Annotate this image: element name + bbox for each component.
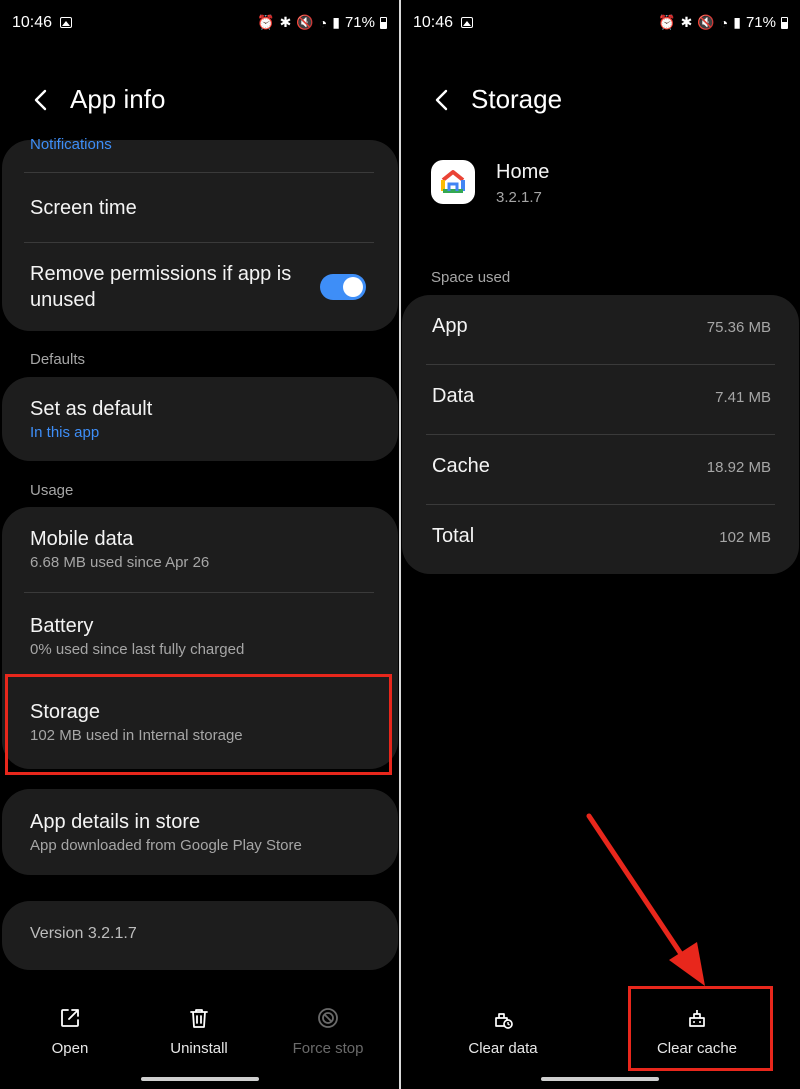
wifi-icon: ◔ — [719, 14, 729, 31]
space-used-card: App 75.36 MB Data 7.41 MB Cache 18.92 MB… — [402, 295, 799, 574]
battery-item[interactable]: Battery 0% used since last fully charged — [30, 613, 374, 658]
mobile-data-subtitle: 6.68 MB used since Apr 26 — [30, 554, 210, 571]
divider — [426, 364, 775, 365]
back-arrow-icon[interactable] — [431, 88, 455, 112]
app-details-title: App details in store — [30, 811, 201, 833]
storage-row-data: Data 7.41 MB — [432, 385, 771, 415]
divider — [426, 504, 775, 505]
signal-icon: ▮ — [733, 14, 741, 30]
screen-time-item[interactable]: Screen time — [30, 195, 374, 221]
battery-title: Battery — [30, 615, 94, 637]
screen-time-label: Screen time — [30, 197, 137, 219]
set-as-default-subtitle: In this app — [30, 424, 100, 441]
storage-screen: 10:46 ⏰ ✱ 🔇 ◔ ▮ 71% Storage Home 3.2.1.7 — [401, 0, 800, 1089]
wifi-icon: ◔ — [318, 14, 328, 31]
gallery-notification-icon — [60, 17, 72, 28]
force-stop-label: Force stop — [292, 1040, 364, 1057]
remove-permissions-toggle[interactable] — [320, 274, 366, 300]
open-label: Open — [51, 1040, 89, 1057]
storage-highlight-box — [5, 674, 392, 775]
status-bar: 10:46 ⏰ ✱ 🔇 ◔ ▮ 71% — [0, 12, 399, 38]
defaults-card: Set as default In this app — [2, 377, 398, 461]
notifications-label: Notifications — [30, 136, 112, 153]
toggle-knob — [343, 277, 363, 297]
usage-section-label: Usage — [30, 482, 74, 499]
set-as-default-item[interactable]: Set as default In this app — [30, 396, 374, 441]
battery-icon — [781, 16, 788, 29]
app-details-card: App details in store App downloaded from… — [2, 789, 398, 875]
app-details-item[interactable]: App details in store App downloaded from… — [30, 809, 374, 854]
page-title: App info — [70, 84, 166, 114]
row-label: Cache — [432, 455, 490, 477]
uninstall-button[interactable]: Uninstall — [144, 1000, 254, 1057]
clear-data-button[interactable]: Clear data — [448, 1000, 558, 1057]
notifications-item[interactable]: Notifications — [30, 134, 374, 153]
row-label: Total — [432, 525, 475, 547]
remove-permissions-label: Remove permissions if app is unused — [30, 263, 292, 311]
google-home-app-icon — [431, 160, 475, 204]
bluetooth-icon: ✱ — [279, 14, 292, 30]
divider — [24, 592, 374, 593]
storage-row-cache: Cache 18.92 MB — [432, 455, 771, 485]
app-details-subtitle: App downloaded from Google Play Store — [30, 837, 302, 854]
battery-subtitle: 0% used since last fully charged — [30, 641, 245, 658]
mute-icon: 🔇 — [697, 14, 715, 30]
gallery-notification-icon — [461, 17, 473, 28]
row-value: 7.41 MB — [715, 389, 771, 406]
row-value: 75.36 MB — [706, 319, 771, 336]
force-stop-button[interactable]: Force stop — [273, 1000, 383, 1057]
back-arrow-icon[interactable] — [30, 88, 54, 112]
divider — [24, 242, 374, 243]
defaults-section-label: Defaults — [30, 351, 86, 368]
bottom-actions: Open Uninstall Force stop — [0, 1000, 399, 1070]
red-pointer-arrow — [586, 813, 705, 986]
battery-percentage: 71% — [745, 14, 776, 31]
row-value: 102 MB — [719, 529, 771, 546]
app-info-screen: 10:46 ⏰ ✱ 🔇 ◔ ▮ 71% App info Notificatio… — [0, 0, 399, 1089]
battery-percentage: 71% — [344, 14, 375, 31]
status-bar: 10:46 ⏰ ✱ 🔇 ◔ ▮ 71% — [401, 12, 800, 38]
open-external-icon — [61, 1009, 79, 1027]
app-bar: App info — [0, 82, 399, 122]
gesture-bar[interactable] — [541, 1077, 659, 1081]
storage-row-total: Total 102 MB — [432, 525, 771, 555]
gesture-bar[interactable] — [141, 1077, 259, 1081]
page-title: Storage — [471, 84, 563, 114]
app-name: Home — [496, 161, 550, 183]
app-version: 3.2.1.7 — [496, 189, 542, 206]
row-label: Data — [432, 385, 475, 407]
mobile-data-item[interactable]: Mobile data 6.68 MB used since Apr 26 — [30, 526, 374, 571]
status-time: 10:46 — [413, 14, 454, 31]
app-summary: Home 3.2.1.7 — [431, 160, 791, 210]
storage-row-app: App 75.36 MB — [432, 315, 771, 345]
version-card: Version 3.2.1.7 — [2, 901, 398, 970]
divider — [426, 434, 775, 435]
trash-icon — [190, 1009, 208, 1028]
remove-permissions-item[interactable]: Remove permissions if app is unused — [30, 261, 298, 313]
version-text: Version 3.2.1.7 — [30, 925, 137, 942]
mobile-data-title: Mobile data — [30, 528, 134, 550]
row-value: 18.92 MB — [706, 459, 771, 476]
clear-data-label: Clear data — [468, 1040, 538, 1057]
clear-data-icon — [495, 1013, 513, 1029]
block-icon — [318, 1008, 338, 1028]
permissions-card: Notifications Screen time Remove permiss… — [2, 136, 398, 331]
alarm-icon: ⏰ — [257, 14, 275, 30]
set-as-default-title: Set as default — [30, 398, 153, 420]
uninstall-label: Uninstall — [170, 1040, 228, 1057]
divider — [24, 172, 374, 173]
bluetooth-icon: ✱ — [680, 14, 693, 30]
app-bar: Storage — [401, 82, 800, 122]
clear-cache-highlight-box — [628, 986, 773, 1071]
signal-icon: ▮ — [332, 14, 340, 30]
row-label: App — [432, 315, 468, 337]
space-used-label: Space used — [431, 269, 511, 286]
battery-icon — [380, 16, 387, 29]
open-button[interactable]: Open — [15, 1000, 125, 1057]
status-time: 10:46 — [12, 14, 53, 31]
alarm-icon: ⏰ — [658, 14, 676, 30]
mute-icon: 🔇 — [296, 14, 314, 30]
